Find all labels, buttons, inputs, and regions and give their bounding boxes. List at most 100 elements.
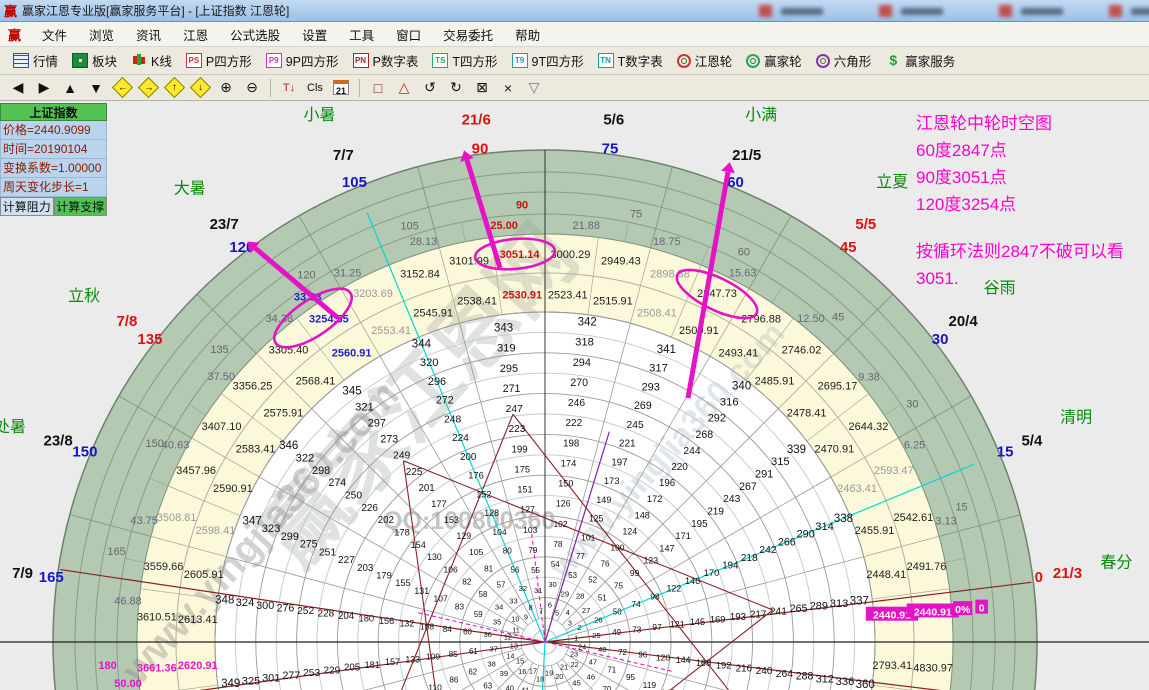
- menu-item-3[interactable]: 江恩: [172, 22, 219, 47]
- toolbar-button-T四方形[interactable]: TST四方形: [425, 47, 504, 74]
- svg-text:300: 300: [256, 600, 274, 612]
- blurred-icon: [1109, 5, 1122, 17]
- prev-icon: ◀: [13, 79, 24, 96]
- menu-item-4[interactable]: 公式选股: [219, 22, 291, 47]
- menu-logo-icon: 赢: [8, 25, 21, 44]
- badge-icon: TN: [598, 53, 614, 68]
- toolbar-button-六角形[interactable]: 六角形: [809, 47, 879, 74]
- rotate-ccw-button[interactable]: ↺: [418, 77, 442, 98]
- svg-text:252: 252: [297, 606, 314, 617]
- svg-text:105: 105: [342, 174, 367, 191]
- svg-text:30: 30: [932, 331, 949, 348]
- calc-resistance-button[interactable]: 计算阻力: [0, 197, 54, 216]
- t-arrow-button[interactable]: T↓: [277, 77, 301, 98]
- toolbar-button-板块[interactable]: 板块: [65, 47, 124, 74]
- svg-text:153: 153: [444, 515, 459, 525]
- svg-text:298: 298: [312, 465, 330, 477]
- menu-item-2[interactable]: 资讯: [125, 22, 172, 47]
- svg-text:242: 242: [759, 545, 776, 556]
- toolbar-button-T数字表[interactable]: TNT数字表: [591, 47, 670, 74]
- svg-text:270: 270: [570, 377, 588, 389]
- svg-text:194: 194: [722, 560, 739, 571]
- up-button[interactable]: ▲: [58, 77, 82, 98]
- cross-tool-button[interactable]: ×: [496, 77, 520, 98]
- svg-text:120: 120: [297, 270, 315, 282]
- calendar-button[interactable]: 21: [329, 77, 353, 98]
- svg-text:150: 150: [72, 443, 97, 460]
- window-title: 赢家江恩专业版[赢家服务平台] - [上证指数 江恩轮]: [22, 2, 289, 19]
- next-button[interactable]: ▶: [32, 77, 56, 98]
- menu-item-8[interactable]: 交易委托: [432, 22, 504, 47]
- svg-text:2796.88: 2796.88: [741, 314, 781, 326]
- funnel-tool-icon: ▽: [529, 79, 540, 96]
- zoom-out-button[interactable]: ⊖: [240, 77, 264, 98]
- toolbar-label: 赢家服务: [905, 51, 955, 70]
- svg-text:149: 149: [596, 495, 611, 505]
- toolbar-button-行情[interactable]: 行情: [6, 47, 65, 74]
- menu-item-0[interactable]: 文件: [31, 22, 78, 47]
- up-icon: ▲: [63, 80, 77, 96]
- menu-item-1[interactable]: 浏览: [78, 22, 125, 47]
- svg-text:81: 81: [484, 564, 494, 573]
- svg-text:60: 60: [463, 627, 472, 636]
- diamond-left-icon: ←: [111, 77, 132, 98]
- toolbar-button-赢家服务[interactable]: $赢家服务: [878, 47, 962, 74]
- svg-text:2553.41: 2553.41: [371, 325, 411, 337]
- svg-text:27: 27: [582, 606, 590, 615]
- funnel-tool-button[interactable]: ▽: [522, 77, 546, 98]
- diamond-left-button[interactable]: ←: [110, 77, 134, 98]
- down-icon: ▼: [89, 80, 103, 96]
- rotate-cw-button[interactable]: ↻: [444, 77, 468, 98]
- diamond-up-button[interactable]: ↑: [162, 77, 186, 98]
- svg-text:51: 51: [598, 594, 607, 603]
- svg-text:15: 15: [997, 443, 1014, 460]
- diamond-down-button[interactable]: ↓: [188, 77, 212, 98]
- toolbar-button-赢家轮[interactable]: 赢家轮: [739, 47, 809, 74]
- svg-text:313: 313: [830, 598, 849, 610]
- badge-icon: PS: [186, 53, 202, 68]
- svg-text:269: 269: [634, 400, 652, 412]
- toolbar-button-9P四方形[interactable]: P99P四方形: [259, 47, 346, 74]
- svg-text:291: 291: [755, 468, 773, 480]
- blurred-text: [781, 8, 823, 15]
- cls-button[interactable]: Cls: [303, 77, 327, 98]
- triangle-tool-button[interactable]: △: [392, 77, 416, 98]
- svg-text:342: 342: [578, 317, 597, 329]
- svg-text:203: 203: [357, 563, 373, 574]
- svg-text:2949.43: 2949.43: [601, 255, 641, 267]
- calc-support-button[interactable]: 计算支撑: [54, 197, 108, 216]
- menu-item-9[interactable]: 帮助: [504, 22, 551, 47]
- toolbar-button-P数字表[interactable]: PNP数字表: [346, 47, 426, 74]
- svg-text:2440.91: 2440.91: [873, 610, 911, 622]
- svg-text:105: 105: [400, 220, 418, 232]
- svg-text:60: 60: [738, 247, 750, 259]
- svg-text:31.25: 31.25: [334, 267, 362, 279]
- toolbar-button-江恩轮[interactable]: 江恩轮: [670, 47, 740, 74]
- expand-tool-button[interactable]: ⊠: [470, 77, 494, 98]
- svg-text:360: 360: [856, 679, 875, 690]
- menu-item-5[interactable]: 设置: [291, 22, 338, 47]
- svg-text:2470.91: 2470.91: [814, 444, 854, 456]
- toolbar-label: K线: [151, 51, 172, 70]
- svg-text:2440.91: 2440.91: [914, 606, 952, 618]
- zoom-in-button[interactable]: ⊕: [214, 77, 238, 98]
- calendar-icon: 21: [333, 80, 349, 95]
- toolbar-button-P四方形[interactable]: PSP四方形: [179, 47, 259, 74]
- title-bar: 赢 赢家江恩专业版[赢家服务平台] - [上证指数 江恩轮]: [0, 0, 1149, 22]
- rotate-cw-icon: ↻: [450, 79, 462, 96]
- square-tool-button[interactable]: □: [366, 77, 390, 98]
- svg-text:6: 6: [548, 600, 552, 609]
- prev-button[interactable]: ◀: [6, 77, 30, 98]
- svg-text:119: 119: [643, 680, 657, 690]
- info-row-3: 周天变化步长=1: [0, 178, 107, 197]
- analysis-annotation: 江恩轮中轮时空图60度2847点90度3051点120度3254点按循环法则28…: [916, 110, 1148, 292]
- down-button[interactable]: ▼: [84, 77, 108, 98]
- diamond-right-button[interactable]: →: [136, 77, 160, 98]
- toolbar-button-K线[interactable]: K线: [124, 47, 179, 74]
- blurred-icon: [999, 5, 1012, 17]
- svg-text:82: 82: [462, 578, 472, 587]
- menu-item-7[interactable]: 窗口: [385, 22, 432, 47]
- toolbar-button-9T四方形[interactable]: T99T四方形: [505, 47, 591, 74]
- menu-item-6[interactable]: 工具: [338, 22, 385, 47]
- svg-text:2644.32: 2644.32: [849, 421, 889, 433]
